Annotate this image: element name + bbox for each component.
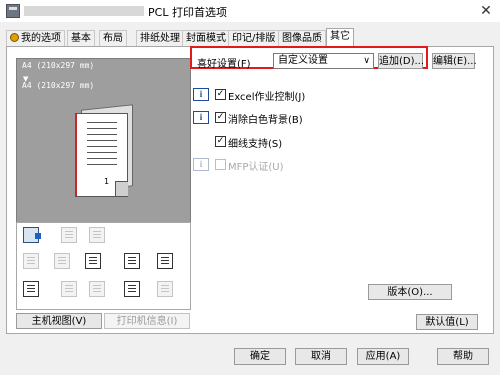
window-title: PCL 打印首选项 [148, 6, 227, 19]
ok-button[interactable]: 确定 [234, 348, 286, 365]
binding-icon [157, 281, 173, 297]
chevron-down-icon: ∨ [363, 56, 370, 66]
tab-cover-mode[interactable]: 封面模式 [182, 30, 230, 46]
printer-hardware-icon[interactable] [23, 227, 41, 243]
staple-icon [23, 253, 39, 269]
tab-basic[interactable]: 基本 [67, 30, 95, 46]
thin-line-support-checkbox[interactable]: ✓ [215, 136, 226, 147]
favorites-label: 喜好设置(F) [197, 59, 251, 70]
printer-view-button[interactable]: 主机视图(V) [16, 313, 102, 329]
add-favorite-button[interactable]: 追加(D)... [378, 53, 424, 69]
excel-job-control-label: Excel作业控制(J) [228, 92, 306, 103]
title-redacted-region [24, 6, 144, 16]
page-curl [115, 181, 128, 196]
page-text-lines [87, 122, 117, 170]
help-button[interactable]: 帮助 [437, 348, 489, 365]
layout-icon [54, 253, 70, 269]
restore-defaults-button[interactable]: 默认值(L) [416, 314, 478, 330]
cancel-button[interactable]: 取消 [295, 348, 347, 365]
paper-icon [124, 281, 140, 297]
user-icon [10, 33, 19, 42]
edit-favorite-button[interactable]: 编辑(E)... [432, 53, 477, 69]
info-icon: i [193, 158, 209, 171]
duplex-icon [61, 227, 77, 243]
tab-my-options[interactable]: 我的选项 [6, 30, 65, 46]
excel-job-control-checkbox[interactable]: ✓ [215, 89, 226, 100]
tray-icon [157, 253, 173, 269]
printer-info-button: 打印机信息(I) [104, 313, 190, 329]
paper-size-output: A4 (210x297 mm) [22, 81, 95, 90]
info-icon[interactable]: i [193, 111, 209, 124]
version-button[interactable]: 版本(O)... [368, 284, 452, 300]
favorites-selected-value: 自定义设置 [278, 55, 328, 66]
print-preferences-window: PCL 打印首选项 ✕ 我的选项 基本 布局 排纸处理 封面模式 印记/排版 图… [0, 0, 500, 375]
page-number: 1 [104, 177, 110, 186]
info-icon[interactable]: i [193, 88, 209, 101]
preview-page: 1 [75, 113, 128, 197]
remove-white-background-label: 消除白色背景(B) [228, 115, 303, 126]
mfp-auth-label: MFP认证(U) [228, 162, 284, 173]
tab-image-quality[interactable]: 图像品质 [278, 30, 326, 46]
account-icon [89, 281, 105, 297]
user-auth-icon [61, 281, 77, 297]
favorites-select[interactable]: 自定义设置 ∨ [273, 53, 374, 69]
close-icon[interactable]: ✕ [472, 0, 500, 22]
thin-line-support-label: 细线支持(S) [228, 139, 283, 150]
copies-icon [89, 227, 105, 243]
printer-options-grid [16, 222, 191, 310]
tab-other[interactable]: 其它 [326, 28, 354, 47]
tab-stamp-composition[interactable]: 印记/排版 [228, 30, 280, 46]
remove-white-background-checkbox[interactable]: ✓ [215, 112, 226, 123]
tab-finishing[interactable]: 排纸处理 [136, 30, 184, 46]
mfp-auth-checkbox [215, 159, 226, 170]
tab-layout[interactable]: 布局 [99, 30, 127, 46]
font-icon [85, 253, 101, 269]
apply-button[interactable]: 应用(A) [357, 348, 409, 365]
page-setup-icon [124, 253, 140, 269]
paper-size-original: A4 (210x297 mm) [22, 61, 95, 70]
title-bar: PCL 打印首选项 ✕ [0, 0, 500, 22]
document-icon [23, 281, 39, 297]
printer-app-icon [6, 4, 20, 18]
